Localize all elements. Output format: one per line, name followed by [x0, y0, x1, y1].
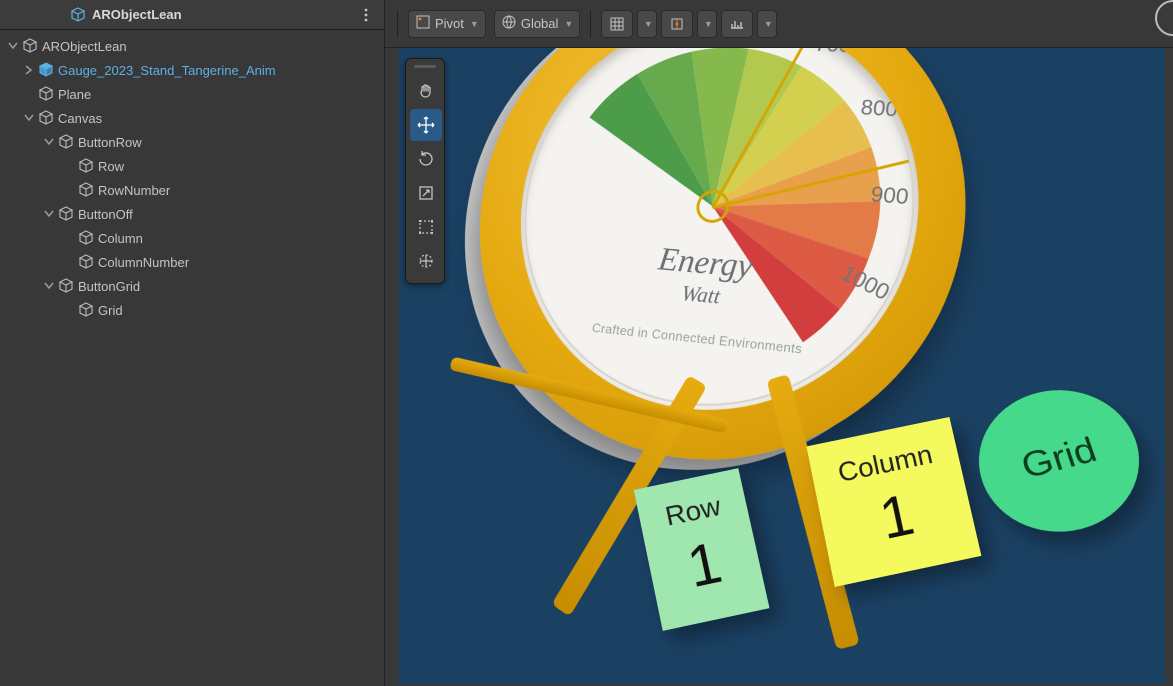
column-button-card[interactable]: Column 1	[806, 417, 981, 587]
chevron-down-icon: ▼	[764, 19, 773, 29]
scene-stage: 400 700 800 900 1000 Energy Watt Crafted…	[399, 48, 1165, 684]
tree-label: ButtonGrid	[78, 279, 140, 294]
gameobject-cube-icon	[78, 254, 94, 270]
gauge-tick-900: 900	[869, 182, 910, 210]
collapse-arrow-icon[interactable]	[22, 63, 36, 77]
tree-label: Plane	[58, 87, 91, 102]
pivot-label: Pivot	[435, 16, 464, 31]
snap-settings-dropdown[interactable]: ▼	[757, 10, 777, 38]
global-dropdown[interactable]: Global ▼	[494, 10, 581, 38]
tree-label: ColumnNumber	[98, 255, 189, 270]
gameobject-cube-icon	[58, 278, 74, 294]
chevron-down-icon: ▼	[644, 19, 653, 29]
grid-button[interactable]: Grid	[963, 375, 1161, 550]
pivot-icon	[415, 14, 431, 33]
tree-item-buttonoff[interactable]: ButtonOff	[0, 202, 384, 226]
tree-item-root[interactable]: ARObjectLean	[0, 34, 384, 58]
toolbar-separator	[590, 10, 591, 38]
expand-arrow-icon[interactable]	[6, 39, 20, 53]
snap-increment-button[interactable]	[661, 10, 693, 38]
snap-increment-dropdown[interactable]: ▼	[697, 10, 717, 38]
tree-label: Canvas	[58, 111, 102, 126]
tree-item-plane[interactable]: · Plane	[0, 82, 384, 106]
tree-item-gauge[interactable]: Gauge_2023_Stand_Tangerine_Anim	[0, 58, 384, 82]
tree-item-rownumber[interactable]: · RowNumber	[0, 178, 384, 202]
hierarchy-panel: ARObjectLean ARObjectLean Gauge_2023_Sta…	[0, 0, 385, 686]
gameobject-cube-icon	[22, 38, 38, 54]
pivot-dropdown[interactable]: Pivot ▼	[408, 10, 486, 38]
tree-item-column[interactable]: · Column	[0, 226, 384, 250]
grid-snap-button[interactable]	[601, 10, 633, 38]
gameobject-cube-icon	[38, 110, 54, 126]
chevron-down-icon: ▼	[704, 19, 713, 29]
grid-button-label: Grid	[1017, 430, 1102, 487]
tree-label: ARObjectLean	[42, 39, 127, 54]
gauge-tick-800: 800	[859, 95, 899, 122]
hierarchy-tree: ARObjectLean Gauge_2023_Stand_Tangerine_…	[0, 30, 384, 326]
tree-item-buttonrow[interactable]: ButtonRow	[0, 130, 384, 154]
globe-icon	[501, 14, 517, 33]
hierarchy-header: ARObjectLean	[0, 0, 384, 30]
tree-label: ButtonOff	[78, 207, 133, 222]
column-number: 1	[843, 475, 952, 560]
gameobject-cube-icon	[78, 230, 94, 246]
tree-label: ButtonRow	[78, 135, 142, 150]
gauge-tick-700: 700	[813, 48, 852, 58]
gameobject-cube-icon	[78, 182, 94, 198]
hierarchy-title: ARObjectLean	[92, 7, 182, 22]
row-label: Row	[663, 490, 724, 532]
tree-label: Row	[98, 159, 124, 174]
row-number: 1	[670, 527, 739, 604]
gameobject-cube-icon	[78, 158, 94, 174]
expand-arrow-icon[interactable]	[42, 279, 56, 293]
scene-toolbar: Pivot ▼ Global ▼ ▼ ▼ ▼	[385, 0, 1173, 48]
tree-item-row[interactable]: · Row	[0, 154, 384, 178]
tree-item-columnnumber[interactable]: · ColumnNumber	[0, 250, 384, 274]
tree-label: Column	[98, 231, 143, 246]
snap-group: ▼ ▼ ▼	[601, 10, 777, 38]
gauge-title-text: Energy	[656, 241, 754, 285]
tree-item-grid[interactable]: · Grid	[0, 298, 384, 322]
tree-label: Gauge_2023_Stand_Tangerine_Anim	[58, 63, 276, 78]
snap-settings-button[interactable]	[721, 10, 753, 38]
prefab-cube-icon	[70, 7, 86, 23]
expand-arrow-icon[interactable]	[42, 135, 56, 149]
grid-snap-dropdown[interactable]: ▼	[637, 10, 657, 38]
gameobject-cube-icon	[58, 134, 74, 150]
tree-item-canvas[interactable]: Canvas	[0, 106, 384, 130]
gameobject-cube-icon	[58, 206, 74, 222]
scene-view[interactable]: 400 700 800 900 1000 Energy Watt Crafted…	[399, 48, 1165, 684]
gameobject-cube-icon	[78, 302, 94, 318]
global-label: Global	[521, 16, 559, 31]
tree-label: Grid	[98, 303, 123, 318]
toolbar-separator	[397, 10, 398, 38]
chevron-down-icon: ▼	[564, 19, 573, 29]
tree-item-buttongrid[interactable]: ButtonGrid	[0, 274, 384, 298]
gameobject-cube-icon	[38, 86, 54, 102]
prefab-cube-icon	[38, 62, 54, 78]
chevron-down-icon: ▼	[470, 19, 479, 29]
gauge-face: 400 700 800 900 1000 Energy Watt Crafted…	[492, 48, 939, 433]
expand-arrow-icon[interactable]	[42, 207, 56, 221]
hierarchy-menu-button[interactable]	[356, 5, 376, 25]
scene-camera-gizmo[interactable]	[1155, 0, 1173, 36]
expand-arrow-icon[interactable]	[22, 111, 36, 125]
tree-label: RowNumber	[98, 183, 170, 198]
